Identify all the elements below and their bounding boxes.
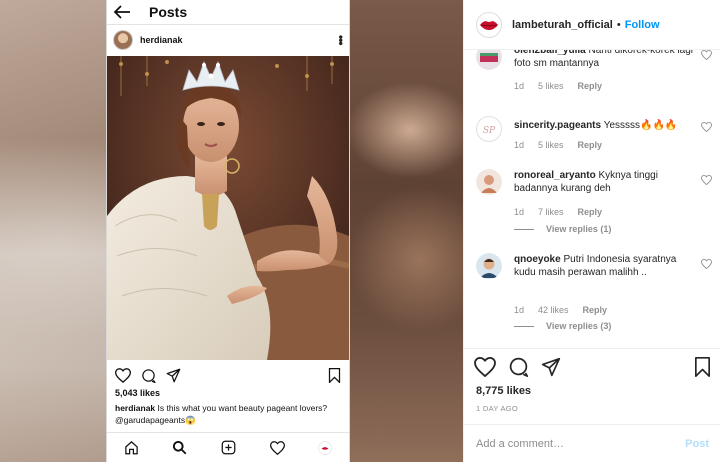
heart-icon[interactable] [701,259,712,269]
header-separator: • [616,18,621,31]
caption-username: herdianak [115,403,156,413]
comment-text: oleh2bali_yulia Nanti dikorek-korek lagi… [514,50,694,70]
post-date: 1 DAY AGO [476,404,519,413]
comments-list[interactable]: oleh2bali_yulia Nanti dikorek-korek lagi… [464,50,720,348]
comment-input[interactable] [476,437,686,450]
commenter-avatar[interactable] [476,169,502,195]
phone-page-title: Posts [149,4,188,20]
svg-text:SP: SP [483,126,496,136]
comment-age: 1d [514,140,525,150]
comment-username[interactable]: qnoeyoke [514,254,561,265]
comment-age: 1d [514,305,525,315]
comment-likes[interactable]: 42 likes [538,305,569,315]
phone-likes-count: 5,043 likes [115,388,161,398]
bookmark-icon [328,367,341,383]
share-plane-icon[interactable] [541,357,561,377]
view-replies-button[interactable]: View replies (1) [514,224,611,234]
like-heart-icon[interactable] [474,356,496,377]
caption-emoji: 😱 [185,415,196,425]
blurred-background-right [350,0,463,462]
replies-divider [514,325,534,327]
reply-button[interactable]: Reply [578,207,603,217]
account-name-link[interactable]: lambeturah_official [512,19,613,31]
follow-button[interactable]: Follow [625,19,660,31]
heart-icon [115,367,131,383]
blurred-background-left [0,0,106,462]
post-photo [107,56,349,360]
phone-action-bar [107,364,349,386]
reply-button[interactable]: Reply [578,140,603,150]
comment-text: qnoeyoke Putri Indonesia syaratnya kudu … [514,253,694,279]
comment-age: 1d [514,207,525,217]
more-dots-icon: ••• [334,34,348,45]
comment-likes[interactable]: 5 likes [538,140,564,150]
comment-icon [141,368,156,383]
reply-button[interactable]: Reply [578,81,603,91]
heart-icon[interactable] [701,175,712,185]
comment-text: sincerity.pageants Yesssss🔥🔥🔥 [514,119,694,132]
phone-username: herdianak [140,34,183,45]
post-media[interactable]: Posts herdianak ••• 5,043 likes herdiana… [0,0,463,462]
comment-age: 1d [514,81,525,91]
comment-meta: 1d 5 likes Reply [514,140,602,150]
comment-meta: 1d 42 likes Reply [514,305,607,315]
heart-icon[interactable] [701,122,712,132]
post-comment-button[interactable]: Post [685,438,709,450]
commenter-avatar[interactable] [476,253,502,279]
activity-heart-icon [269,440,285,455]
heart-icon[interactable] [701,50,712,60]
phone-caption: herdianak Is this what you want beauty p… [115,402,345,426]
phone-top-bar: Posts [107,0,349,24]
post-header: lambeturah_official • Follow [464,0,720,50]
back-arrow-icon [113,4,131,20]
lips-logo-icon [479,19,499,31]
account-avatar[interactable] [476,11,502,38]
comment-meta: 1d 5 likes Reply [514,81,602,91]
comment-username[interactable]: ronoreal_aryanto [514,170,596,181]
comment-likes[interactable]: 7 likes [538,207,564,217]
profile-icon [318,440,332,455]
comment-text: ronoreal_aryanto Kyknya tinggi badannya … [514,169,694,195]
save-bookmark-icon[interactable] [694,356,711,377]
phone-user-avatar [113,29,133,50]
post-side-panel: lambeturah_official • Follow oleh2bali_y… [463,0,720,462]
add-comment-bar: Post [464,424,720,462]
comment-username[interactable]: oleh2bali_yulia [514,50,586,56]
commenter-avatar[interactable]: SP [476,116,502,142]
home-icon [124,440,139,455]
caption-text: Is this what you want beauty pageant lov… [157,403,328,413]
phone-screenshot: Posts herdianak ••• 5,043 likes herdiana… [106,0,350,462]
view-replies-button[interactable]: View replies (3) [514,321,611,331]
commenter-avatar[interactable] [476,50,502,70]
comment-bubble-icon[interactable] [508,356,529,377]
likes-count[interactable]: 8,775 likes [476,385,531,397]
phone-post-header: herdianak ••• [107,24,349,54]
post-action-bar [464,348,720,384]
comment-likes[interactable]: 5 likes [538,81,564,91]
comment-username[interactable]: sincerity.pageants [514,120,601,131]
replies-divider [514,228,534,230]
share-icon [166,368,181,383]
view-replies-label[interactable]: View replies (1) [546,224,611,234]
phone-bottom-nav [107,432,349,462]
comment-content: Yesssss🔥🔥🔥 [603,120,678,131]
view-replies-label[interactable]: View replies (3) [546,321,611,331]
reply-button[interactable]: Reply [583,305,608,315]
comment-meta: 1d 7 likes Reply [514,207,602,217]
search-icon [172,440,187,455]
caption-mention: @garudapageants [115,415,186,425]
add-icon [221,440,236,455]
